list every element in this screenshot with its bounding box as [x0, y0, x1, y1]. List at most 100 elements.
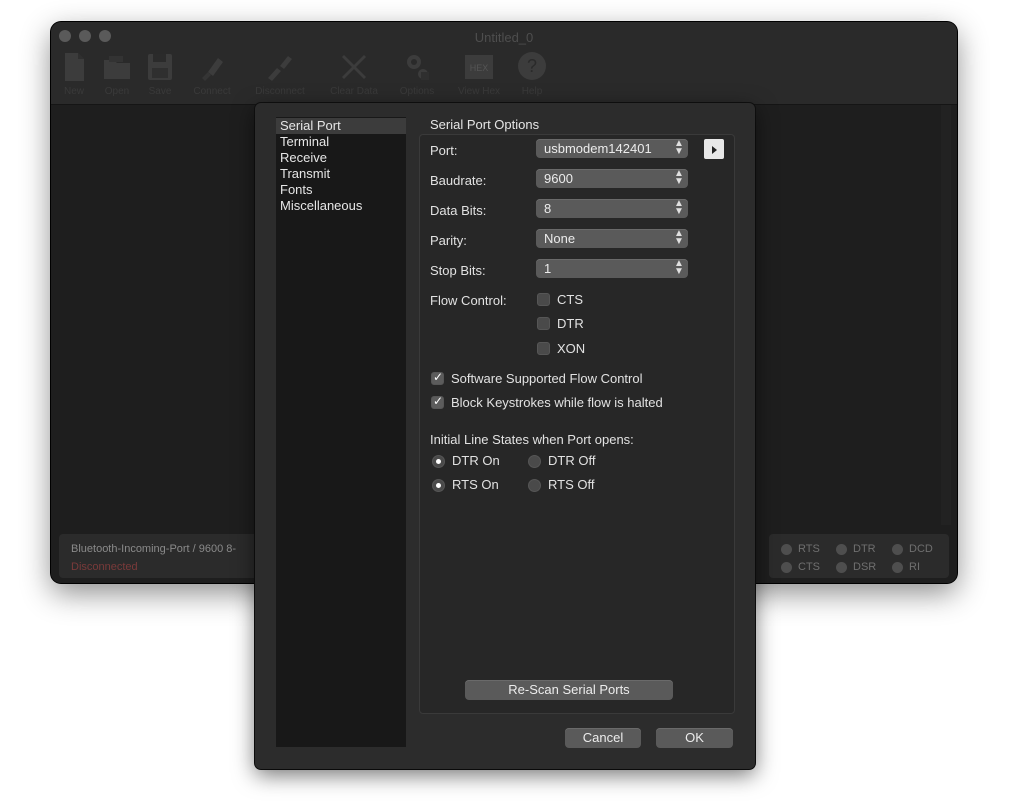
port-info-button[interactable] — [704, 139, 724, 159]
sidebar-item-fonts[interactable]: Fonts — [276, 182, 406, 198]
led-rts-label: RTS — [798, 543, 820, 555]
connect-plug-icon — [202, 58, 223, 81]
title-bar: Untitled_0 New Open Save Connect Disconn… — [51, 22, 957, 105]
led-cts-indicator — [781, 561, 792, 573]
led-rts-indicator — [781, 543, 792, 555]
toolbar-clear-data-button[interactable]: Clear Data — [329, 50, 379, 97]
data-bits-select[interactable]: 8 ▲ ▼ — [536, 199, 688, 218]
toolbar-help-button[interactable]: ? Help — [507, 50, 557, 97]
line-state-leds: RTS DTR DCD CTS DSR RI — [769, 534, 949, 578]
stop-bits-label: Stop Bits: — [430, 263, 486, 278]
line-states-label: Initial Line States when Port opens: — [430, 432, 634, 447]
port-label: Port: — [430, 143, 458, 158]
options-sidebar: Serial Port Terminal Receive Transmit Fo… — [276, 117, 406, 747]
dtr-off-radio[interactable] — [528, 455, 541, 468]
help-question-icon: ? — [518, 52, 546, 80]
parity-label: Parity: — [430, 233, 467, 248]
block-keystrokes-label: Block Keystrokes while flow is halted — [451, 395, 663, 410]
toolbar-connect-button[interactable]: Connect — [187, 50, 237, 97]
dtr-checkbox[interactable] — [537, 317, 550, 330]
clear-x-icon — [342, 55, 366, 79]
toolbar-save-label: Save — [148, 86, 172, 97]
dtr-checkbox-label: DTR — [557, 316, 584, 331]
rts-off-radio[interactable] — [528, 479, 541, 492]
ok-button[interactable]: OK — [656, 728, 733, 748]
software-flow-checkbox[interactable]: ✓ — [431, 370, 444, 385]
disconnect-plug-icon — [268, 56, 292, 81]
toolbar-options-label: Options — [399, 86, 435, 97]
save-disk-icon — [148, 54, 172, 80]
checkmark-icon: ✓ — [433, 394, 444, 408]
led-dtr-indicator — [836, 543, 847, 555]
options-dialog: Serial Port Terminal Receive Transmit Fo… — [255, 103, 755, 769]
checkmark-icon: ✓ — [433, 370, 444, 384]
status-port-info: Bluetooth-Incoming-Port / 9600 8- — [71, 543, 237, 555]
led-dcd-indicator — [892, 543, 903, 555]
sidebar-item-terminal[interactable]: Terminal — [276, 134, 406, 150]
chevron-updown-icon: ▲ ▼ — [674, 168, 684, 187]
baudrate-select[interactable]: 9600 ▲ ▼ — [536, 169, 688, 188]
led-cts: CTS — [781, 561, 820, 573]
led-dsr-indicator — [836, 561, 847, 573]
xon-checkbox-label: XON — [557, 341, 586, 356]
dtr-off-label: DTR Off — [548, 453, 596, 468]
chevron-updown-icon: ▲ ▼ — [674, 228, 684, 247]
chevron-updown-icon: ▲ ▼ — [674, 258, 684, 277]
led-ri-indicator — [892, 561, 903, 573]
led-dtr: DTR — [836, 543, 876, 555]
toolbar-connect-label: Connect — [193, 86, 231, 97]
toolbar-view-hex-label: View Hex — [457, 86, 501, 97]
led-cts-label: CTS — [798, 561, 820, 573]
parity-select[interactable]: None ▲ ▼ — [536, 229, 688, 248]
led-dsr: DSR — [836, 561, 876, 573]
hex-icon-text: HEX — [470, 63, 489, 73]
baudrate-value: 9600 — [544, 171, 573, 186]
led-dtr-label: DTR — [853, 543, 876, 555]
xon-checkbox[interactable] — [537, 342, 550, 355]
status-connection: Disconnected — [71, 561, 138, 573]
cancel-button[interactable]: Cancel — [565, 728, 641, 748]
parity-value: None — [544, 231, 576, 246]
stop-bits-select[interactable]: 1 ▲ ▼ — [536, 259, 688, 278]
serial-port-options-title: Serial Port Options — [430, 117, 540, 132]
options-gears-icon — [407, 55, 429, 80]
terminal-scrollbar[interactable] — [941, 105, 951, 525]
cts-checkbox[interactable] — [537, 293, 550, 306]
baudrate-label: Baudrate: — [430, 173, 487, 188]
toolbar-disconnect-button[interactable]: Disconnect — [255, 50, 305, 97]
window-title: Untitled_0 — [474, 30, 534, 45]
dtr-on-label: DTR On — [452, 453, 500, 468]
led-dsr-label: DSR — [853, 561, 877, 573]
port-value: usbmodem142401 — [544, 141, 652, 156]
toolbar-help-label: Help — [521, 86, 543, 97]
sidebar-item-transmit[interactable]: Transmit — [276, 166, 406, 182]
toolbar-save-button[interactable]: Save — [135, 50, 185, 97]
toolbar-clear-data-label: Clear Data — [330, 86, 378, 97]
rts-on-label: RTS On — [452, 477, 499, 492]
chevron-updown-icon: ▲ ▼ — [674, 198, 684, 217]
rts-off-label: RTS Off — [548, 477, 595, 492]
rescan-serial-ports-button[interactable]: Re-Scan Serial Ports — [465, 680, 673, 700]
flow-control-label: Flow Control: — [430, 293, 507, 308]
cts-checkbox-label: CTS — [557, 292, 583, 307]
open-folder-icon — [104, 56, 130, 79]
dtr-on-radio[interactable] — [432, 455, 445, 468]
led-ri-label: RI — [909, 561, 920, 573]
serial-port-options-group: Port: usbmodem142401 ▲ ▼ Baudrate: 9600 ▲… — [419, 134, 735, 714]
rts-on-radio[interactable] — [432, 479, 445, 492]
port-select[interactable]: usbmodem142401 ▲ ▼ — [536, 139, 688, 158]
toolbar-view-hex-button[interactable]: HEX View Hex — [454, 50, 504, 97]
data-bits-label: Data Bits: — [430, 203, 487, 218]
led-dcd: DCD — [892, 543, 933, 555]
led-ri: RI — [892, 561, 920, 573]
software-flow-label: Software Supported Flow Control — [451, 371, 643, 386]
block-keystrokes-checkbox[interactable]: ✓ — [431, 394, 444, 409]
sidebar-item-miscellaneous[interactable]: Miscellaneous — [276, 198, 406, 214]
led-rts: RTS — [781, 543, 820, 555]
sidebar-item-receive[interactable]: Receive — [276, 150, 406, 166]
sidebar-item-serial-port[interactable]: Serial Port — [276, 118, 406, 134]
chevron-updown-icon: ▲ ▼ — [674, 138, 684, 157]
led-dcd-label: DCD — [909, 543, 933, 555]
toolbar-options-button[interactable]: Options — [392, 50, 442, 97]
hex-icon: HEX — [465, 55, 493, 79]
